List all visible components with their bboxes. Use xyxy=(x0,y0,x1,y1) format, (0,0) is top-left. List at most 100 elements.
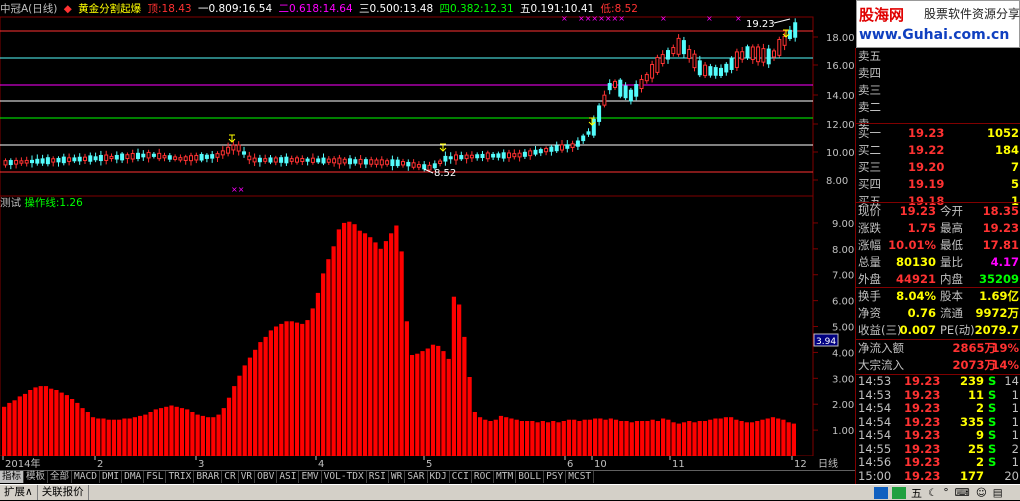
buy-volume: 1052 xyxy=(986,126,1019,140)
candle-body xyxy=(252,157,257,163)
tick-direction: S xyxy=(988,455,997,469)
tab-sar[interactable]: SAR xyxy=(405,471,428,483)
candle-body xyxy=(575,140,580,147)
indicator-bar xyxy=(310,308,315,456)
indicator-bar xyxy=(441,351,446,456)
candle-body xyxy=(687,49,692,59)
user-icon[interactable]: ☺ xyxy=(973,486,990,501)
candle-body xyxy=(443,155,448,162)
tick-count: 1 xyxy=(1011,387,1019,402)
indicator-bar xyxy=(289,321,294,456)
indicator-bar xyxy=(640,421,645,456)
tick-count: 20 xyxy=(1004,468,1019,483)
tab-mtm[interactable]: MTM xyxy=(494,471,517,483)
tab-kdj[interactable]: KDJ xyxy=(428,471,450,483)
sell-row[interactable]: 卖五 xyxy=(856,48,1020,65)
tab-dma[interactable]: DMA xyxy=(122,471,145,483)
candle-body xyxy=(374,159,379,165)
tray-icon[interactable] xyxy=(874,487,888,499)
tray-icon[interactable] xyxy=(892,487,906,499)
buy-volume: 7 xyxy=(1010,160,1019,174)
candle-body xyxy=(676,37,681,55)
sell-row[interactable]: 卖二 xyxy=(856,99,1020,116)
candle-body xyxy=(178,157,183,161)
candle-body xyxy=(189,155,193,162)
indicator-bar xyxy=(430,344,436,456)
candle-body xyxy=(141,153,146,158)
sell-label: 卖四 xyxy=(858,66,881,80)
tab-指标[interactable]: 指标 xyxy=(0,471,25,483)
tab-模板[interactable]: 模板 xyxy=(24,471,49,483)
indicator-bar xyxy=(221,408,226,456)
tab-dmi[interactable]: DMI xyxy=(100,471,123,483)
tab-boll[interactable]: BOLL xyxy=(516,471,545,483)
tab-fsl[interactable]: FSL xyxy=(144,471,167,483)
stat-value: 1.69亿 xyxy=(979,289,1019,303)
candle-body xyxy=(591,118,596,136)
candle-body xyxy=(538,149,543,154)
indicator-bar xyxy=(226,397,232,456)
date-tick-label: 12 xyxy=(794,459,807,470)
buy-row[interactable]: 买四 19.19 5 xyxy=(856,176,1020,193)
tab-cr[interactable]: CR xyxy=(222,471,239,483)
sell-row[interactable]: 卖三 xyxy=(856,82,1020,99)
tab-obv[interactable]: OBV xyxy=(255,471,278,483)
tab-全部[interactable]: 全部 xyxy=(48,471,73,483)
ime-indicator[interactable]: 五 xyxy=(908,486,925,501)
indicator-bar xyxy=(169,405,174,456)
candle-body xyxy=(332,158,337,164)
sell-row[interactable]: 卖四 xyxy=(856,65,1020,82)
period-label[interactable]: 日线 xyxy=(818,457,838,470)
indicator-bar xyxy=(394,225,399,456)
buy-row[interactable]: 买三 19.20 7 xyxy=(856,159,1020,176)
indicator-tab-bar: 指标 模板 全部 MACD DMI DMA FSL TRIX BRAR CR VR OBV ASI EMV… xyxy=(0,470,855,483)
tab-asi[interactable]: ASI xyxy=(277,471,300,483)
tab-vr[interactable]: VR xyxy=(239,471,256,483)
dot-icon[interactable]: ° xyxy=(940,486,951,501)
indicator-bar xyxy=(216,414,221,456)
tab-brar[interactable]: BRAR xyxy=(194,471,223,483)
related-quote-button[interactable]: 关联报价 xyxy=(38,485,89,500)
tab-roc[interactable]: ROC xyxy=(472,471,495,483)
indicator-bar xyxy=(258,342,263,456)
indicator-bar xyxy=(472,412,477,456)
buy-row[interactable]: 买一 19.23 1052 xyxy=(856,125,1020,142)
candle-body xyxy=(713,67,718,76)
indicator-bar xyxy=(268,330,273,456)
indicator-bar xyxy=(525,421,530,456)
candle-body xyxy=(581,135,586,142)
indicator-bar xyxy=(671,422,676,456)
keyboard-icon[interactable]: ⌨ xyxy=(952,486,973,501)
tab-wr[interactable]: WR xyxy=(389,471,406,483)
tab-cci[interactable]: CCI xyxy=(450,471,472,483)
system-tray: 五 ☾ ° ⌨ ☺ ▤ xyxy=(872,486,1020,500)
tick-count: 2 xyxy=(1011,441,1019,456)
tab-psy[interactable]: PSY xyxy=(544,471,567,483)
tab-emv[interactable]: EMV xyxy=(299,471,322,483)
date-tick-label: 3 xyxy=(198,459,204,470)
candle-body xyxy=(395,159,400,167)
expand-button[interactable]: 扩展∧ xyxy=(0,485,38,500)
menu-icon[interactable]: ▤ xyxy=(990,486,1006,501)
candle-body xyxy=(416,164,421,168)
tab-trix[interactable]: TRIX xyxy=(166,471,195,483)
candle-body xyxy=(438,160,443,164)
candle-body xyxy=(464,154,469,160)
candle-body xyxy=(734,51,739,68)
indicator-bar xyxy=(655,421,661,456)
candle-body xyxy=(284,156,289,164)
candlestick-chart[interactable]: 18.00 16.00 14.00 12.00 10.00 8.00 19.23 8.52… xyxy=(0,0,855,196)
indicator-bar xyxy=(551,421,556,456)
indicator-bar-chart[interactable]: 9.00 8.00 7.00 6.00 5.00 4.00 3.00 2.00 1.00 3.9… xyxy=(0,196,855,456)
indicator-bars xyxy=(2,221,796,456)
tab-macd[interactable]: MACD xyxy=(72,471,100,483)
date-tick-label: 11 xyxy=(672,459,685,470)
indicator-bar xyxy=(378,248,383,456)
indicator-tick-label: 1.00 xyxy=(832,426,854,437)
candle-body xyxy=(130,153,135,160)
buy-row[interactable]: 买二 19.22 184 xyxy=(856,142,1020,159)
tab-mcst[interactable]: MCST xyxy=(566,471,595,483)
moon-icon[interactable]: ☾ xyxy=(925,486,940,501)
tab-vol-tdx[interactable]: VOL-TDX xyxy=(322,471,367,483)
tab-rsi[interactable]: RSI xyxy=(367,471,389,483)
